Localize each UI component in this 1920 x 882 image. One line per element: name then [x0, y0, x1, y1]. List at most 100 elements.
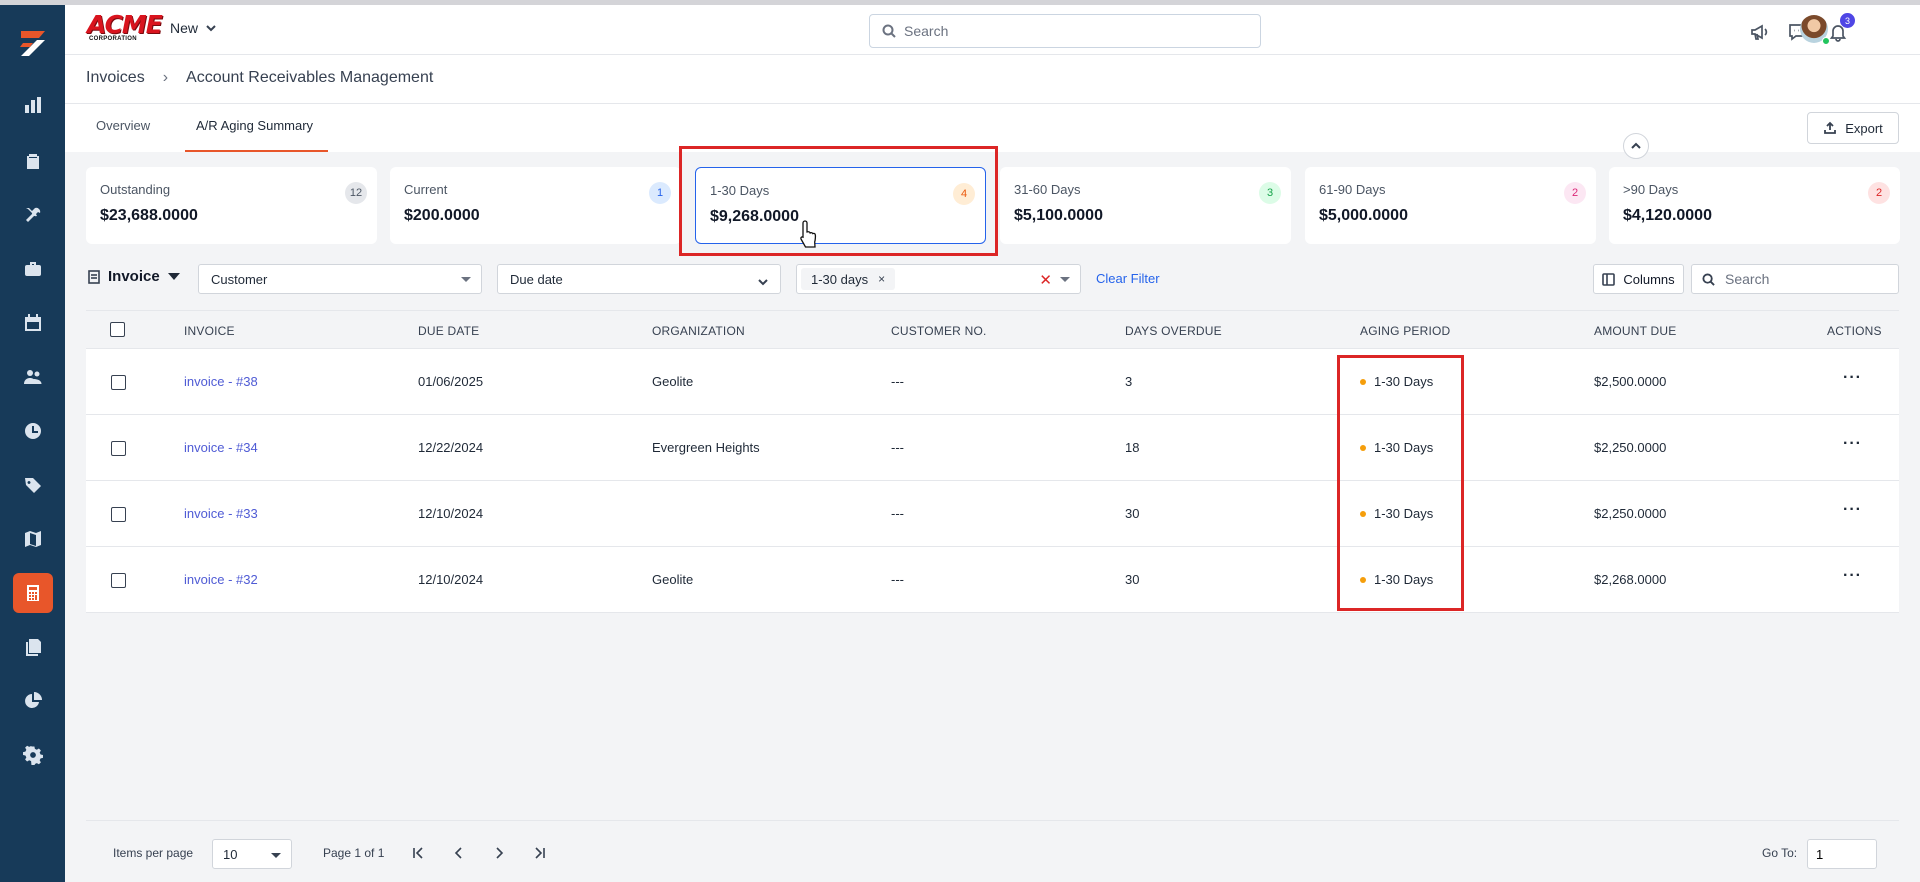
aging-period-cell: 1-30 Days [1360, 374, 1433, 389]
aging-period-label: 1-30 Days [1374, 374, 1434, 389]
goto-page-input[interactable] [1807, 839, 1877, 869]
logo-wordmark: ACME [87, 10, 163, 39]
column-header-customer-no[interactable]: CUSTOMER NO. [891, 324, 987, 338]
row-actions-menu-icon[interactable]: ··· [1843, 369, 1862, 387]
company-logo[interactable]: ACME CORPORATION [87, 10, 163, 43]
tab-overview[interactable]: Overview [96, 118, 150, 133]
organization-cell: Geolite [652, 374, 694, 389]
table-header: INVOICE DUE DATE ORGANIZATION CUSTOMER N… [86, 310, 1899, 349]
clipboard-icon [27, 154, 39, 169]
due-date-cell: 12/10/2024 [418, 572, 484, 587]
customer-filter[interactable]: Customer [198, 264, 482, 294]
select-all-checkbox[interactable] [110, 322, 125, 337]
next-page-button[interactable] [489, 843, 509, 863]
row-checkbox[interactable] [111, 507, 126, 522]
last-page-button[interactable] [529, 843, 549, 863]
clear-filter-link[interactable]: Clear Filter [1096, 271, 1160, 286]
invoice-link[interactable]: invoice - #33 [184, 506, 258, 521]
table-row[interactable]: invoice - #33 12/10/2024 --- 30 1-30 Day… [86, 481, 1899, 547]
columns-button[interactable]: Columns [1593, 264, 1684, 294]
card-value: $4,120.0000 [1623, 207, 1712, 224]
copy-documents-icon [26, 639, 41, 656]
record-type-dropdown[interactable]: Invoice [88, 268, 180, 285]
table-row[interactable]: invoice - #32 12/10/2024 Geolite --- 30 … [86, 547, 1899, 613]
sidebar-item-calendar[interactable] [13, 303, 53, 343]
days-overdue-cell: 3 [1125, 374, 1133, 389]
hand-cursor-icon [800, 220, 817, 248]
announcements-button[interactable] [1747, 20, 1771, 44]
summary-card-31-60-days[interactable]: 31-60 Days $5,100.0000 3 [1000, 167, 1291, 244]
summary-card-61-90-days[interactable]: 61-90 Days $5,000.0000 2 [1305, 167, 1596, 244]
tab-ar-aging-summary[interactable]: A/R Aging Summary [196, 118, 313, 133]
search-icon [882, 24, 896, 38]
table-search[interactable] [1691, 264, 1899, 294]
app-logo-icon[interactable] [13, 23, 53, 63]
upload-icon [1824, 121, 1837, 134]
row-actions-menu-icon[interactable]: ··· [1843, 567, 1862, 585]
column-header-organization[interactable]: ORGANIZATION [652, 324, 745, 338]
sidebar-item-reports[interactable] [13, 627, 53, 667]
summary-card-over-90-days[interactable]: >90 Days $4,120.0000 2 [1609, 167, 1900, 244]
breadcrumb-invoices[interactable]: Invoices [86, 69, 145, 87]
table-row[interactable]: invoice - #34 12/22/2024 Evergreen Heigh… [86, 415, 1899, 481]
sidebar-item-pricing[interactable] [13, 465, 53, 505]
row-checkbox[interactable] [111, 441, 126, 456]
customer-no-cell: --- [891, 440, 904, 455]
sidebar-item-dashboard[interactable] [13, 85, 53, 125]
summary-card-1-30-days[interactable]: 1-30 Days $9,268.0000 4 [695, 167, 986, 244]
previous-page-button[interactable] [449, 843, 469, 863]
row-checkbox[interactable] [111, 375, 126, 390]
breadcrumb-current: Account Receivables Management [186, 69, 434, 86]
notifications-badge: 3 [1840, 13, 1855, 28]
sidebar-item-invoices[interactable] [13, 573, 53, 613]
column-header-amount-due[interactable]: AMOUNT DUE [1594, 324, 1676, 338]
card-count-badge: 2 [1868, 182, 1890, 204]
filter-chip-label: 1-30 days [811, 271, 869, 287]
aging-period-cell: 1-30 Days [1360, 506, 1433, 521]
column-header-days-overdue[interactable]: DAYS OVERDUE [1125, 324, 1222, 338]
clear-selection-icon[interactable]: ✕ [1039, 271, 1052, 289]
aging-period-filter[interactable]: 1-30 days × ✕ [796, 264, 1081, 294]
first-page-button[interactable] [409, 843, 429, 863]
card-count-badge: 3 [1259, 182, 1281, 204]
items-per-page-select[interactable]: 10 [212, 839, 292, 869]
pagination-bar: Items per page 10 Page 1 of 1 Go To: [86, 820, 1899, 882]
dropdown-arrow-icon [271, 853, 281, 858]
due-date-filter[interactable]: Due date [497, 264, 781, 294]
sidebar-item-jobs[interactable] [13, 249, 53, 289]
record-type-label: Invoice [108, 268, 160, 285]
sidebar-item-time[interactable] [13, 411, 53, 451]
column-header-invoice[interactable]: INVOICE [184, 324, 235, 338]
column-header-due-date[interactable]: DUE DATE [418, 324, 479, 338]
row-checkbox[interactable] [111, 573, 126, 588]
invoice-link[interactable]: invoice - #32 [184, 572, 258, 587]
invoice-doc-icon [88, 269, 100, 284]
column-header-aging-period[interactable]: AGING PERIOD [1360, 324, 1450, 338]
due-date-filter-label: Due date [510, 271, 563, 287]
invoice-link[interactable]: invoice - #34 [184, 440, 258, 455]
online-status-indicator [1822, 37, 1830, 45]
global-search[interactable] [869, 14, 1261, 48]
row-actions-menu-icon[interactable]: ··· [1843, 501, 1862, 519]
invoice-link[interactable]: invoice - #38 [184, 374, 258, 389]
table-row[interactable]: invoice - #38 01/06/2025 Geolite --- 3 1… [86, 349, 1899, 415]
summary-card-current[interactable]: Current $200.0000 1 [390, 167, 681, 244]
row-actions-menu-icon[interactable]: ··· [1843, 435, 1862, 453]
summary-card-outstanding[interactable]: Outstanding $23,688.0000 12 [86, 167, 377, 244]
sidebar-item-tools[interactable] [13, 195, 53, 235]
sidebar-item-map[interactable] [13, 519, 53, 559]
remove-chip-icon[interactable]: × [878, 272, 885, 286]
clock-icon [25, 423, 41, 439]
columns-label: Columns [1623, 271, 1675, 287]
sidebar-item-documents[interactable] [13, 141, 53, 181]
table-search-input[interactable] [1725, 271, 1885, 287]
sidebar-item-settings[interactable] [13, 735, 53, 775]
map-icon [25, 531, 41, 547]
sidebar-item-customers[interactable] [13, 357, 53, 397]
collapse-summary-button[interactable] [1623, 133, 1649, 159]
new-menu-button[interactable]: New [170, 20, 216, 36]
card-label: >90 Days [1623, 182, 1679, 197]
export-button[interactable]: Export [1807, 112, 1899, 144]
global-search-input[interactable] [904, 23, 1234, 39]
sidebar-item-analytics[interactable] [13, 681, 53, 721]
